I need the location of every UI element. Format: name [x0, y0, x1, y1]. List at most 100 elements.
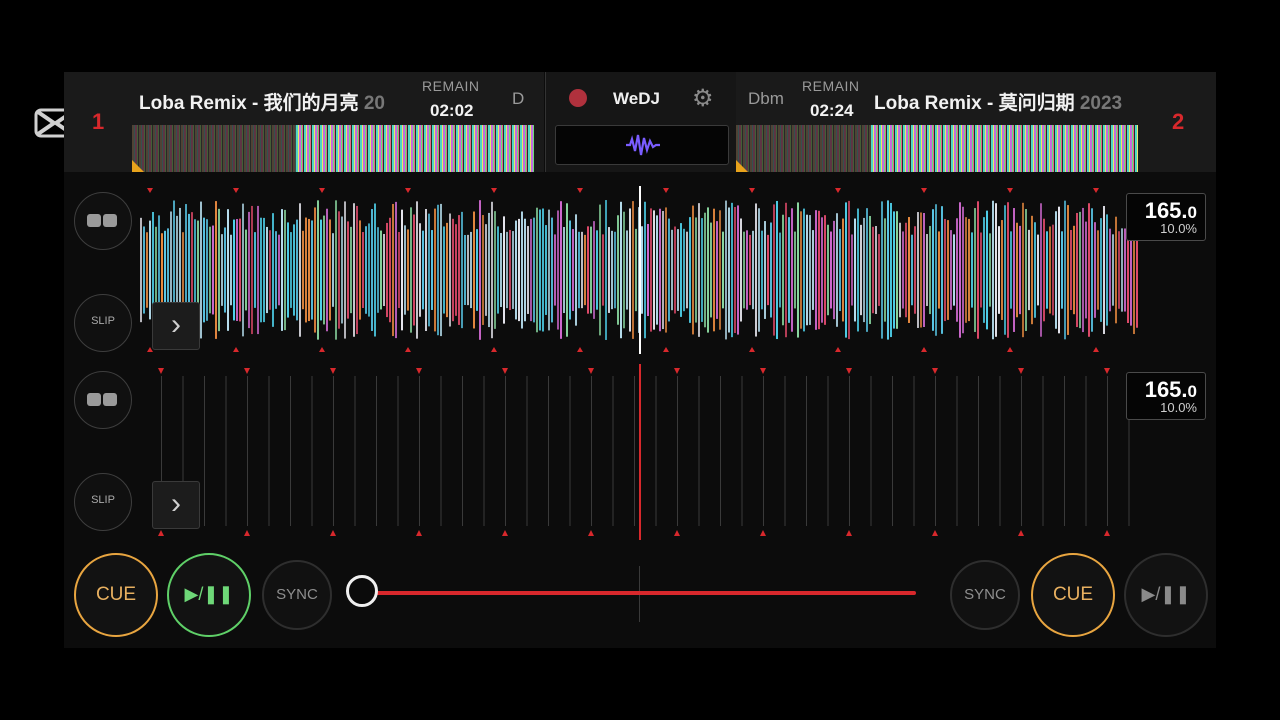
waveform-bar: [848, 200, 850, 340]
waveform-bar: [644, 201, 646, 339]
waveform-bar: [581, 231, 583, 309]
deck1-chevron-right-icon[interactable]: ›: [152, 302, 200, 350]
deck2-overview-waveform[interactable]: [736, 125, 1138, 172]
deck2-play-pause-button[interactable]: ▶/❚❚: [1124, 553, 1208, 637]
center-header: WeDJ ⚙: [545, 72, 737, 172]
crossfader[interactable]: [346, 562, 916, 622]
deck1-header[interactable]: 1 Loba Remix - 我们的月亮 20 REMAIN 02:02 D: [64, 72, 544, 172]
waveform-bar: [473, 211, 475, 329]
waveform-bar: [1055, 211, 1057, 329]
waveform-bar: [908, 217, 910, 323]
waveform-bar: [164, 230, 166, 310]
beat-marker: [577, 347, 583, 352]
waveform-bar: [932, 209, 934, 331]
beat-marker: [663, 188, 669, 193]
waveform-bar: [257, 205, 259, 335]
waveform-bar: [623, 211, 625, 329]
deck2-header[interactable]: Dbm REMAIN 02:24 Loba Remix - 莫问归期 2023 …: [736, 72, 1216, 172]
deck1-cue-button[interactable]: CUE: [74, 553, 158, 637]
waveform-bar: [146, 232, 148, 308]
waveform-bar: [914, 226, 916, 314]
grid-line: [978, 376, 979, 526]
waveform-bar: [542, 208, 544, 332]
deck1-playhead: [639, 186, 641, 354]
waveform-bar: [314, 207, 316, 333]
deck2-chevron-right-icon[interactable]: ›: [152, 481, 200, 529]
deck1-overview-waveform[interactable]: [132, 125, 534, 172]
waveform-bar: [416, 201, 418, 339]
waveform-bar: [335, 200, 337, 340]
deck2-bpm-display[interactable]: 165.0 10.0%: [1126, 372, 1206, 420]
waveform-bar: [1028, 229, 1030, 311]
grid-line: [913, 376, 915, 526]
waveform-icon: [626, 134, 660, 156]
waveform-bar: [701, 218, 703, 322]
beat-marker: [416, 368, 422, 374]
fx-button[interactable]: [555, 125, 729, 165]
waveform-bar: [986, 210, 988, 330]
waveform-bar: [323, 215, 325, 325]
waveform-bar: [269, 230, 271, 310]
deck1-bpm-display[interactable]: 165.0 10.0%: [1126, 193, 1206, 241]
record-icon[interactable]: [569, 89, 587, 107]
grid-line: [440, 376, 442, 526]
waveform-bar: [329, 219, 331, 321]
waveform-bar: [605, 200, 607, 340]
waveform-bar: [572, 229, 574, 311]
grid-line: [999, 376, 1001, 526]
deck1-loop-button[interactable]: [74, 192, 132, 250]
deck1-play-pause-button[interactable]: ▶/❚❚: [167, 553, 251, 637]
deck1-main-waveform[interactable]: [140, 186, 1140, 354]
waveform-bar: [830, 231, 832, 309]
waveform-bar: [671, 229, 673, 311]
deck2-loop-button[interactable]: [74, 371, 132, 429]
beat-marker: [491, 188, 497, 193]
beat-marker: [244, 368, 250, 374]
deck2-key: Dbm: [748, 89, 784, 108]
waveform-bar: [143, 226, 145, 314]
waveform-bar: [206, 219, 208, 321]
deck2-slip-button[interactable]: SLIP: [74, 473, 132, 531]
waveform-bar: [434, 208, 436, 332]
waveform-bar: [728, 207, 730, 333]
waveform-bar: [983, 217, 985, 323]
grid-line: [354, 376, 356, 526]
waveform-bar: [956, 218, 958, 322]
deck2-cue-button[interactable]: CUE: [1031, 553, 1115, 637]
waveform-bar: [479, 200, 481, 340]
deck1-number: 1: [92, 109, 105, 134]
waveform-bar: [860, 224, 862, 316]
waveform-bar: [716, 221, 718, 319]
deck2-beatgrid[interactable]: [140, 364, 1140, 540]
waveform-bar: [866, 208, 868, 332]
waveform-bar: [875, 226, 877, 314]
grid-line: [526, 376, 528, 526]
grid-line: [591, 376, 592, 526]
waveform-bar: [647, 223, 649, 317]
waveform-bar: [821, 217, 823, 323]
deck1-sync-label: SYNC: [276, 586, 318, 603]
gear-icon[interactable]: ⚙: [692, 84, 714, 113]
deck2-slip-label: SLIP: [91, 494, 115, 506]
grid-line: [956, 376, 958, 526]
waveform-bar: [710, 222, 712, 318]
grid-line: [634, 376, 635, 526]
deck2-sync-label: SYNC: [964, 586, 1006, 603]
waveform-bar: [779, 232, 781, 308]
waveform-bar: [695, 217, 697, 323]
deck2-sync-button[interactable]: SYNC: [950, 560, 1020, 630]
waveform-bar: [290, 232, 292, 308]
waveform-bar: [863, 217, 865, 323]
deck1-sync-button[interactable]: SYNC: [262, 560, 332, 630]
waveform-bar: [266, 226, 268, 314]
beat-marker: [405, 347, 411, 352]
waveform-bar: [752, 230, 754, 310]
beat-marker: [846, 530, 852, 536]
waveform-bar: [641, 226, 643, 314]
crossfader-knob[interactable]: [346, 575, 378, 607]
waveform-bar: [419, 223, 421, 317]
beat-marker: [588, 530, 594, 536]
deck1-slip-button[interactable]: SLIP: [74, 294, 132, 352]
waveform-bar: [521, 211, 523, 329]
waveform-bar: [1022, 202, 1024, 338]
